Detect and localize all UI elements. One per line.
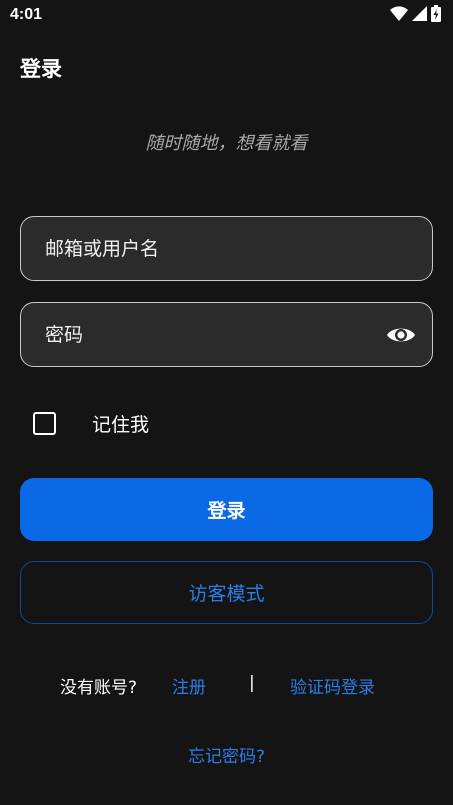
link-divider: |	[249, 673, 255, 693]
register-link[interactable]: 注册	[172, 673, 206, 698]
username-field[interactable]	[20, 216, 433, 281]
remember-label: 记住我	[92, 413, 150, 436]
no-account-text: 没有账号?	[60, 678, 138, 698]
battery-charging-icon	[431, 4, 441, 26]
password-field[interactable]	[20, 302, 433, 367]
status-time: 4:01	[10, 6, 43, 23]
account-links: 没有账号? 注册 | 验证码登录	[0, 673, 453, 698]
sms-login-link[interactable]: 验证码登录	[290, 673, 375, 698]
status-bar: 4:01	[0, 0, 453, 30]
remember-row: 记住我	[33, 406, 149, 440]
forgot-password-row: 忘记密码?	[0, 742, 453, 767]
signal-icon	[412, 5, 427, 25]
login-button[interactable]: 登录	[20, 478, 433, 541]
password-input[interactable]	[45, 323, 384, 346]
slogan: 随时随地，想看就看	[145, 133, 308, 154]
username-input[interactable]	[45, 237, 408, 260]
status-icons	[390, 4, 441, 26]
wifi-icon	[390, 5, 408, 25]
forgot-password-link[interactable]: 忘记密码?	[188, 747, 265, 767]
remember-checkbox[interactable]	[33, 411, 56, 435]
guest-mode-button[interactable]: 访客模式	[20, 561, 433, 624]
eye-icon[interactable]	[384, 318, 418, 352]
page-title: 登录	[20, 57, 62, 81]
